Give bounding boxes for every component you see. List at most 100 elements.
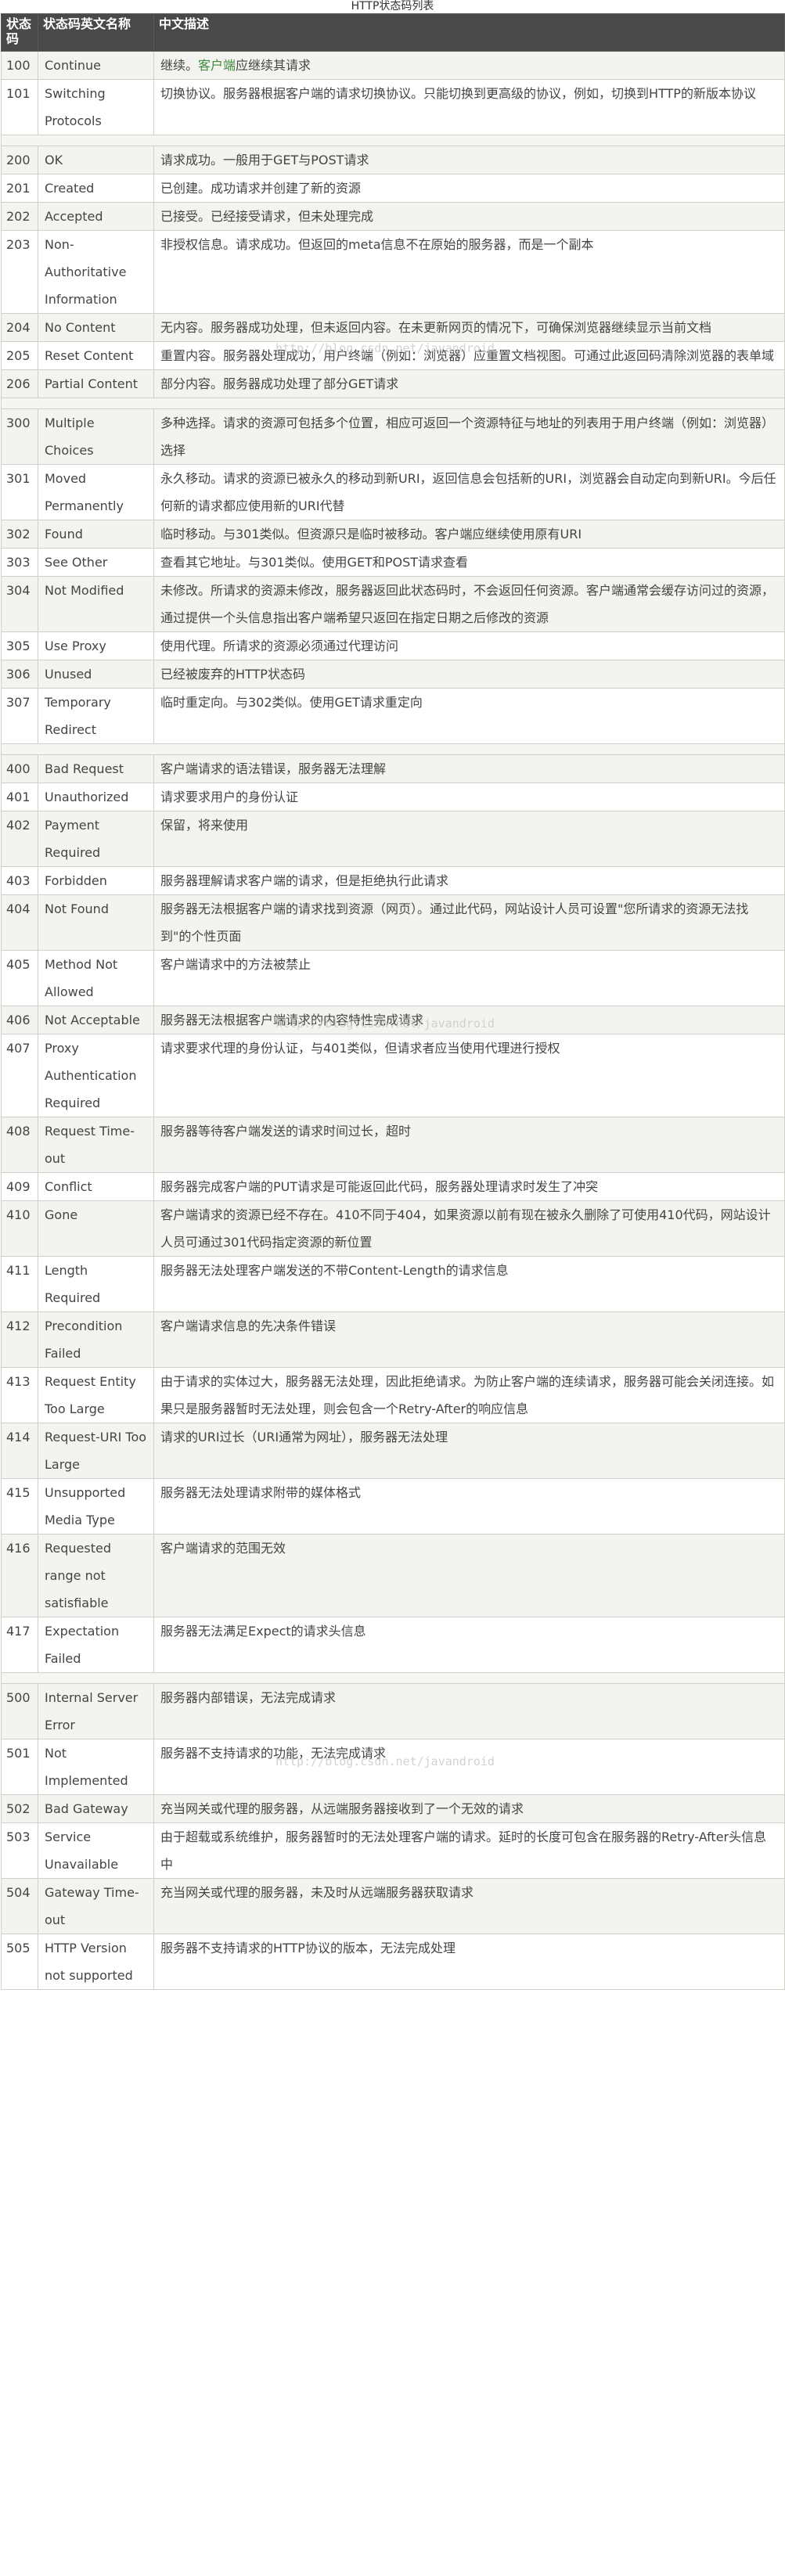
status-code-cell: 411 xyxy=(1,1256,38,1312)
status-name-cell: Not Found xyxy=(38,894,154,951)
table-row: 302 Found 临时移动。与301类似。但资源只是临时被移动。客户端应继续使用原… xyxy=(1,520,785,549)
status-name-cell: Gateway Time-out xyxy=(38,1878,154,1934)
description-text: 继续。 xyxy=(160,58,199,73)
group-spacer xyxy=(1,398,785,409)
table-row: 203 Non-Authoritative Information 非授权信息。请求… xyxy=(1,230,785,314)
status-name-cell: Unsupported Media Type xyxy=(38,1478,154,1534)
status-name-cell: Proxy Authentication Required xyxy=(38,1034,154,1117)
status-code-cell: 400 xyxy=(1,754,38,783)
status-code-cell: 402 xyxy=(1,811,38,867)
page: HTTP状态码列表 状态码 状态码英文名称 中文描述 100 Continue 继续… xyxy=(0,0,785,2576)
status-code-cell: 200 xyxy=(1,146,38,174)
status-name-cell: Non-Authoritative Information xyxy=(38,230,154,314)
status-code-cell: 501 xyxy=(1,1739,38,1795)
status-code-cell: 416 xyxy=(1,1534,38,1617)
description-cell: 非授权信息。请求成功。但返回的meta信息不在原始的服务器，而是一个副本 xyxy=(153,230,785,314)
status-name-cell: No Content xyxy=(38,313,154,342)
description-cell: 切换协议。服务器根据客户端的请求切换协议。只能切换到更高级的协议，例如，切换到H… xyxy=(153,79,785,135)
description-cell: 服务器不支持请求的功能，无法完成请求 xyxy=(153,1739,785,1795)
description-cell: 由于请求的实体过大，服务器无法处理，因此拒绝请求。为防止客户端的连续请求，服务器… xyxy=(153,1367,785,1423)
table-row: 306 Unused 已经被废弃的HTTP状态码 xyxy=(1,660,785,689)
table-row: 407 Proxy Authentication Required 请求要求代理的身… xyxy=(1,1034,785,1117)
status-code-cell: 504 xyxy=(1,1878,38,1934)
description-cell: 客户端请求中的方法被禁止 xyxy=(153,950,785,1006)
table-row: 415 Unsupported Media Type 服务器无法处理请求附带的媒体格… xyxy=(1,1478,785,1534)
status-name-cell: HTTP Version not supported xyxy=(38,1934,154,1990)
header-row: 状态码 状态码英文名称 中文描述 xyxy=(1,13,785,52)
status-code-cell: 413 xyxy=(1,1367,38,1423)
client-link[interactable]: 客户端 xyxy=(198,58,236,73)
status-code-cell: 410 xyxy=(1,1200,38,1257)
status-code-cell: 405 xyxy=(1,950,38,1006)
status-name-cell: Switching Protocols xyxy=(38,79,154,135)
status-name-cell: Bad Gateway xyxy=(38,1794,154,1823)
description-cell: 服务器等待客户端发送的请求时间过长，超时 xyxy=(153,1117,785,1173)
table-row: 301 Moved Permanently 永久移动。请求的资源已被永久的移动到新U… xyxy=(1,464,785,520)
status-name-cell: Payment Required xyxy=(38,811,154,867)
description-cell: 充当网关或代理的服务器，从远端服务器接收到了一个无效的请求 xyxy=(153,1794,785,1823)
status-name-cell: Gone xyxy=(38,1200,154,1257)
status-name-cell: Use Proxy xyxy=(38,631,154,660)
table-row: 408 Request Time-out 服务器等待客户端发送的请求时间过长，超时 xyxy=(1,1117,785,1173)
status-code-cell: 202 xyxy=(1,202,38,231)
status-code-cell: 408 xyxy=(1,1117,38,1173)
description-cell: 服务器不支持请求的HTTP协议的版本，无法完成处理 xyxy=(153,1934,785,1990)
status-name-cell: Partial Content xyxy=(38,369,154,398)
status-code-cell: 401 xyxy=(1,783,38,811)
table-row: 409 Conflict 服务器完成客户端的PUT请求是可能返回此代码，服务器处理请… xyxy=(1,1172,785,1201)
status-name-cell: OK xyxy=(38,146,154,174)
table-row: 403 Forbidden 服务器理解请求客户端的请求，但是拒绝执行此请求 xyxy=(1,866,785,895)
status-code-cell: 301 xyxy=(1,464,38,520)
description-cell: 请求要求用户的身份认证 xyxy=(153,783,785,811)
description-cell: 未修改。所请求的资源未修改，服务器返回此状态码时，不会返回任何资源。客户端通常会… xyxy=(153,576,785,632)
spacer-cell xyxy=(1,1672,785,1684)
table-row: 405 Method Not Allowed 客户端请求中的方法被禁止 xyxy=(1,950,785,1006)
table-row: 402 Payment Required 保留，将来使用 xyxy=(1,811,785,867)
status-name-cell: Moved Permanently xyxy=(38,464,154,520)
table-row: 500 Internal Server Error 服务器内部错误，无法完成请求 xyxy=(1,1683,785,1740)
description-cell: 临时移动。与301类似。但资源只是临时被移动。客户端应继续使用原有URI xyxy=(153,520,785,549)
table-row: 417 Expectation Failed 服务器无法满足Expect的请求头信息 xyxy=(1,1617,785,1673)
status-code-cell: 100 xyxy=(1,51,38,80)
header-name: 状态码英文名称 xyxy=(38,13,154,52)
table-caption: HTTP状态码列表 xyxy=(351,0,434,13)
status-code-cell: 409 xyxy=(1,1172,38,1201)
table-row: 404 Not Found 服务器无法根据客户端的请求找到资源（网页）。通过此代码，… xyxy=(1,894,785,951)
table-row: 100 Continue 继续。客户端应继续其请求 xyxy=(1,51,785,80)
status-code-cell: 406 xyxy=(1,1006,38,1034)
table-row: 201 Created 已创建。成功请求并创建了新的资源 xyxy=(1,174,785,203)
group-spacer xyxy=(1,743,785,755)
table-row: 304 Not Modified 未修改。所请求的资源未修改，服务器返回此状态码时，… xyxy=(1,576,785,632)
table-row: 502 Bad Gateway 充当网关或代理的服务器，从远端服务器接收到了一个无效… xyxy=(1,1794,785,1823)
description-cell: 永久移动。请求的资源已被永久的移动到新URI，返回信息会包括新的URI，浏览器会… xyxy=(153,464,785,520)
table-header: 状态码 状态码英文名称 中文描述 xyxy=(1,13,785,52)
table-row: 204 No Content 无内容。服务器成功处理，但未返回内容。在未更新网页的情… xyxy=(1,313,785,342)
status-code-cell: 403 xyxy=(1,866,38,895)
spacer-cell xyxy=(1,743,785,755)
header-code: 状态码 xyxy=(1,13,38,52)
table-row: 412 Precondition Failed 客户端请求信息的先决条件错误 xyxy=(1,1311,785,1368)
status-code-cell: 205 xyxy=(1,341,38,370)
table-row: 205 Reset Content 重置内容。服务器处理成功，用户终端（例如：浏览器… xyxy=(1,341,785,370)
status-name-cell: Conflict xyxy=(38,1172,154,1201)
description-cell: 服务器无法处理客户端发送的不带Content-Length的请求信息 xyxy=(153,1256,785,1312)
status-code-cell: 101 xyxy=(1,79,38,135)
status-name-cell: Unauthorized xyxy=(38,783,154,811)
status-name-cell: Length Required xyxy=(38,1256,154,1312)
table-row: 303 See Other 查看其它地址。与301类似。使用GET和POST请求查看 xyxy=(1,548,785,577)
status-name-cell: Not Implemented xyxy=(38,1739,154,1795)
status-name-cell: Requested range not satisfiable xyxy=(38,1534,154,1617)
table-row: 307 Temporary Redirect 临时重定向。与302类似。使用GET请… xyxy=(1,688,785,744)
table-row: 416 Requested range not satisfiable 客户端请求的… xyxy=(1,1534,785,1617)
status-code-cell: 404 xyxy=(1,894,38,951)
description-cell: 请求的URI过长（URI通常为网址），服务器无法处理 xyxy=(153,1423,785,1479)
status-code-cell: 505 xyxy=(1,1934,38,1990)
spacer-cell xyxy=(1,135,785,146)
status-name-cell: Bad Request xyxy=(38,754,154,783)
description-cell: 服务器无法根据客户端请求的内容特性完成请求 xyxy=(153,1006,785,1034)
description-cell: 部分内容。服务器成功处理了部分GET请求 xyxy=(153,369,785,398)
status-name-cell: Request-URI Too Large xyxy=(38,1423,154,1479)
description-cell: 请求成功。一般用于GET与POST请求 xyxy=(153,146,785,174)
table-row: 414 Request-URI Too Large 请求的URI过长（URI通常为网… xyxy=(1,1423,785,1479)
status-name-cell: Multiple Choices xyxy=(38,408,154,465)
